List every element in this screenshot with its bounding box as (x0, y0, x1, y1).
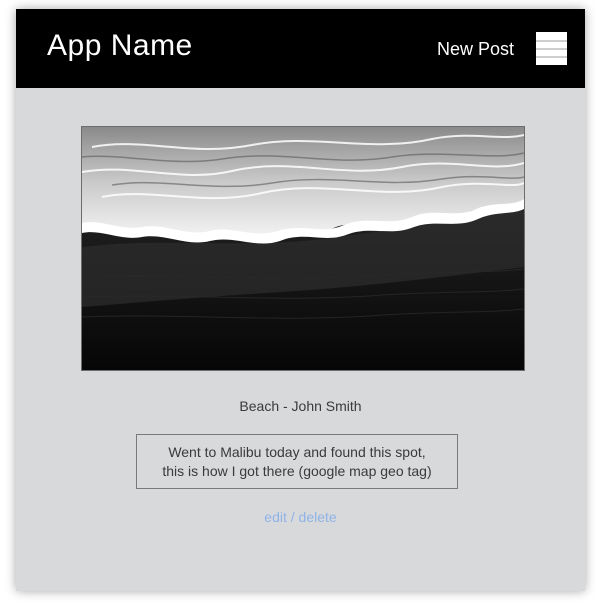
post-actions: edit / delete (16, 509, 585, 525)
delete-link[interactable]: delete (299, 509, 337, 525)
menu-bar (536, 40, 567, 42)
menu-bar (536, 56, 567, 58)
navbar: App Name New Post (16, 9, 585, 88)
description-line: Went to Malibu today and found this spot… (168, 443, 426, 460)
post-description: Went to Malibu today and found this spot… (136, 434, 458, 489)
app-title[interactable]: App Name (47, 29, 193, 63)
menu-bar (536, 48, 567, 50)
edit-link[interactable]: edit (264, 509, 287, 525)
beach-waves-image (82, 127, 524, 370)
description-line: this is how I got there (google map geo … (162, 462, 432, 479)
post-caption: Beach - John Smith (239, 398, 362, 414)
new-post-link[interactable]: New Post (437, 39, 514, 60)
post-image (81, 126, 525, 371)
action-separator: / (290, 509, 299, 525)
app-frame: App Name New Post Beach - John Smith Wen… (16, 9, 585, 591)
hamburger-menu-icon[interactable] (536, 32, 567, 65)
